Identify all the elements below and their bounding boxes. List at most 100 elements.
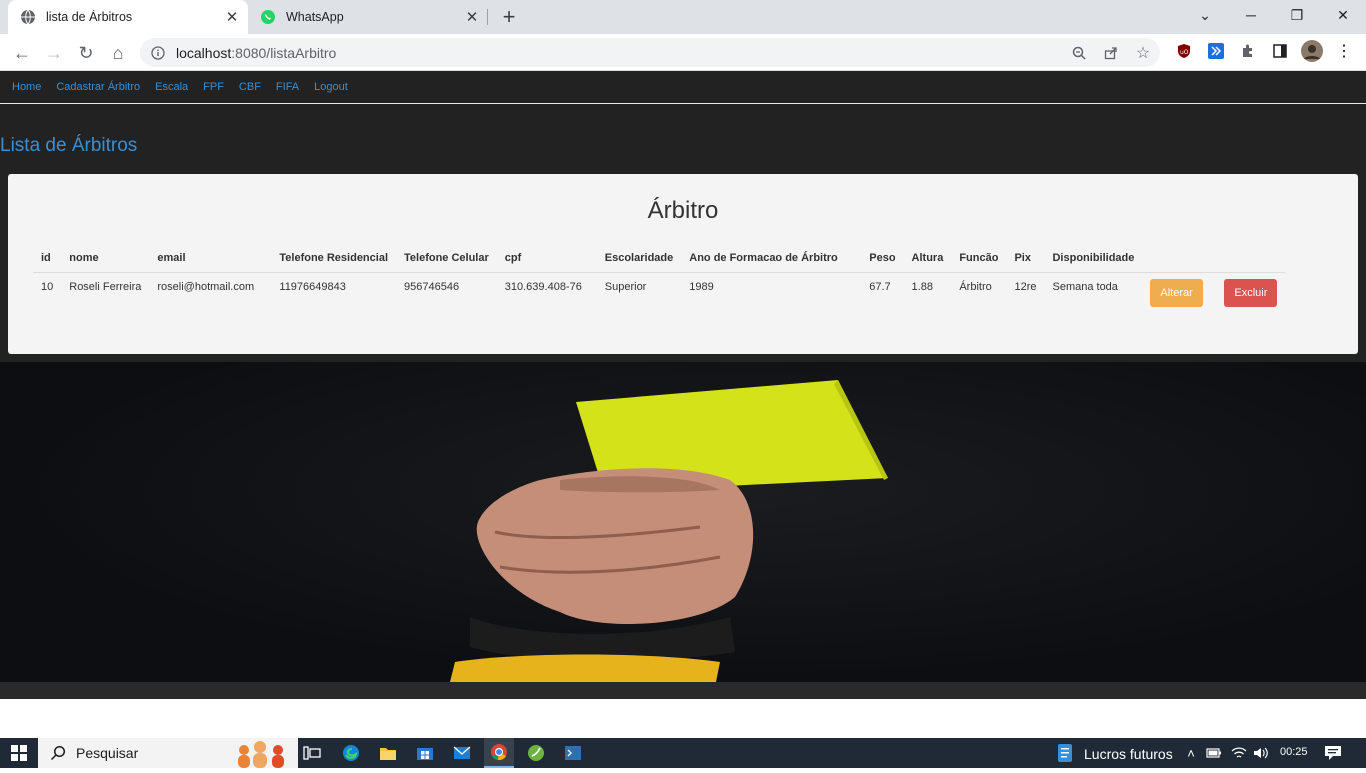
col-id: id <box>33 248 62 273</box>
globe-icon <box>20 9 36 25</box>
col-ano-formacao: Ano de Formacao de Árbitro <box>681 248 862 273</box>
new-tab-plus-icon[interactable]: + <box>497 4 521 29</box>
excluir-button[interactable]: Excluir <box>1224 279 1278 307</box>
minimize-icon[interactable]: ─ <box>1228 0 1274 30</box>
arbitros-table: id nome email Telefone Residencial Telef… <box>33 248 1286 316</box>
kebab-menu-icon[interactable]: ⋮ <box>1335 42 1353 60</box>
page-content: Home Cadastrar Árbitro Escala FPF CBF FI… <box>0 71 1366 699</box>
people-illustration-icon <box>234 740 294 768</box>
clock-time[interactable]: 00:25 <box>1280 746 1308 758</box>
alterar-button[interactable]: Alterar <box>1150 279 1203 307</box>
cell-nome: Roseli Ferreira <box>69 281 142 293</box>
col-disponibilidade: Disponibilidade <box>1044 248 1143 273</box>
mail-icon[interactable] <box>451 742 473 764</box>
url-path: :8080/listaArbitro <box>231 44 337 61</box>
browser-tabstrip: lista de Árbitros ✕ WhatsApp ✕ + ⌄ ─ ❐ ✕ <box>0 0 1366 34</box>
tray-chevron-up-icon[interactable]: ˄ <box>1180 742 1202 764</box>
taskbar-search[interactable]: Pesquisar <box>38 738 298 768</box>
chrome-icon[interactable] <box>484 738 514 768</box>
tab-search-chevron-icon[interactable]: ⌄ <box>1182 0 1228 30</box>
col-actions-excluir <box>1216 248 1286 273</box>
tab-title: WhatsApp <box>286 10 344 24</box>
table-row: 10 Roseli Ferreira roseli@hotmail.com 11… <box>33 273 1285 316</box>
tab-separator <box>487 9 488 25</box>
terminal-app-icon[interactable] <box>562 742 584 764</box>
windows-start-icon[interactable] <box>8 742 30 764</box>
share-icon[interactable] <box>1102 44 1120 62</box>
cell-funcao: Árbitro <box>959 281 992 293</box>
cell-cpf: 310.639.408-76 <box>504 281 582 293</box>
col-peso: Peso <box>861 248 904 273</box>
file-explorer-icon[interactable] <box>377 742 399 764</box>
bookmark-star-icon[interactable]: ☆ <box>1134 44 1152 62</box>
profile-avatar[interactable] <box>1301 40 1323 62</box>
cell-excluir: Excluir <box>1216 273 1285 316</box>
cell-peso: 67.7 <box>869 281 891 293</box>
cell-altura: 1.88 <box>911 281 933 293</box>
referee-yellow-card-image <box>0 362 1366 682</box>
battery-icon[interactable] <box>1203 742 1225 764</box>
col-altura: Altura <box>903 248 952 273</box>
col-cpf: cpf <box>496 248 597 273</box>
nav-cadastrar-arbitro[interactable]: Cadastrar Árbitro <box>56 81 140 93</box>
cell-disponibilidade: Semana toda <box>1052 281 1118 293</box>
forward-arrow-icon[interactable]: → <box>40 39 68 67</box>
col-escolaridade: Escolaridade <box>596 248 682 273</box>
cell-id: 10 <box>41 281 54 293</box>
tab-title: lista de Árbitros <box>46 10 133 24</box>
ublock-icon[interactable]: uO <box>1175 42 1193 60</box>
zoom-icon[interactable] <box>1070 44 1088 62</box>
whatsapp-icon <box>260 9 276 25</box>
back-arrow-icon[interactable]: ← <box>8 39 36 67</box>
nav-logout[interactable]: Logout <box>314 81 348 93</box>
table-header-row: id nome email Telefone Residencial Telef… <box>33 248 1286 273</box>
task-view-icon[interactable] <box>301 742 323 764</box>
search-placeholder: Pesquisar <box>76 745 139 761</box>
nav-fifa[interactable]: FIFA <box>276 81 299 93</box>
panel-title: Árbitro <box>647 197 719 224</box>
cell-pix: 12re <box>1014 281 1037 293</box>
yellow-card-illustration <box>450 380 888 682</box>
widgets-document-icon[interactable] <box>1054 742 1076 764</box>
home-icon[interactable]: ⌂ <box>104 39 132 67</box>
side-panel-icon[interactable] <box>1271 42 1289 60</box>
spring-tools-icon[interactable] <box>525 742 547 764</box>
close-icon[interactable]: ✕ <box>222 7 242 27</box>
windows-taskbar: Pesquisar Lucros futuros ˄ 00:25 <box>0 738 1366 768</box>
extension-forward-icon[interactable] <box>1207 42 1225 60</box>
tab-whatsapp[interactable]: WhatsApp ✕ <box>248 0 488 34</box>
notifications-icon[interactable] <box>1322 742 1344 764</box>
app-navbar: Home Cadastrar Árbitro Escala FPF CBF FI… <box>0 71 1366 104</box>
nav-home[interactable]: Home <box>12 81 41 93</box>
site-info-icon[interactable] <box>150 45 166 61</box>
reload-icon[interactable]: ↻ <box>72 39 100 67</box>
col-telefone-celular: Telefone Celular <box>396 248 497 273</box>
col-telefone-residencial: Telefone Residencial <box>271 248 396 273</box>
cell-email: roseli@hotmail.com <box>157 281 255 293</box>
extensions-puzzle-icon[interactable] <box>1239 42 1257 60</box>
microsoft-store-icon[interactable] <box>414 742 436 764</box>
browser-toolbar: ← → ↻ ⌂ localhost:8080/listaArbitro ☆ uO… <box>0 34 1366 71</box>
cell-escolaridade: Superior <box>604 281 647 293</box>
url-text: localhost:8080/listaArbitro <box>176 45 336 61</box>
nav-cbf[interactable]: CBF <box>239 81 261 93</box>
window-close-icon[interactable]: ✕ <box>1320 0 1366 30</box>
cell-telefone-celular: 956746546 <box>404 281 460 293</box>
address-bar[interactable]: localhost:8080/listaArbitro ☆ <box>140 38 1160 67</box>
volume-icon[interactable] <box>1250 742 1272 764</box>
arbitro-panel: Árbitro id nome email Telefone Residenci… <box>8 174 1358 354</box>
tab-lista-arbitros[interactable]: lista de Árbitros ✕ <box>8 0 248 34</box>
restore-icon[interactable]: ❐ <box>1274 0 1320 30</box>
widget-label[interactable]: Lucros futuros <box>1084 746 1173 762</box>
col-pix: Pix <box>1006 248 1045 273</box>
wifi-icon[interactable] <box>1228 742 1250 764</box>
page-title: Lista de Árbitros <box>0 135 138 156</box>
nav-fpf[interactable]: FPF <box>203 81 224 93</box>
close-icon[interactable]: ✕ <box>462 7 482 27</box>
cell-alterar: Alterar <box>1142 273 1216 316</box>
nav-escala[interactable]: Escala <box>155 81 188 93</box>
cell-telefone-residencial: 11976649843 <box>279 281 346 293</box>
col-funcao: Funcão <box>951 248 1007 273</box>
edge-icon[interactable] <box>340 742 362 764</box>
col-nome: nome <box>61 248 150 273</box>
